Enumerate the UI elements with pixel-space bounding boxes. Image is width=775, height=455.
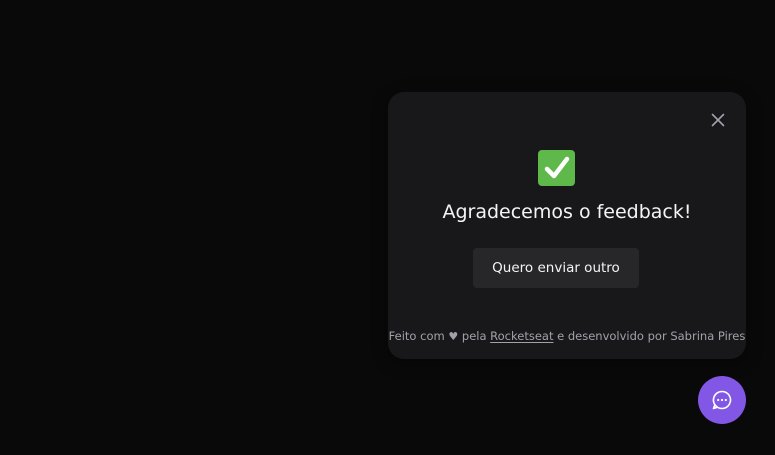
feedback-fab-button[interactable] (698, 376, 746, 424)
footer-prefix: Feito com (388, 329, 445, 343)
check-mark-icon (538, 150, 575, 186)
footer-by: pela (461, 329, 487, 343)
chat-bubble-icon (712, 390, 732, 410)
close-button[interactable] (709, 111, 727, 129)
success-title: Agradecemos o feedback! (442, 201, 692, 223)
feedback-widget: Agradecemos o feedback! Quero enviar out… (388, 92, 746, 359)
footer-credits: Feito com ♥ pela Rocketseat e desenvolvi… (388, 328, 746, 345)
rocketseat-link[interactable]: Rocketseat (490, 329, 553, 343)
close-icon (711, 113, 725, 127)
send-another-button[interactable]: Quero enviar outro (473, 248, 639, 288)
page: Agradecemos o feedback! Quero enviar out… (0, 0, 775, 455)
footer-suffix: e desenvolvido por Sabrina Pires (557, 329, 746, 343)
heart-icon: ♥ (448, 330, 459, 343)
